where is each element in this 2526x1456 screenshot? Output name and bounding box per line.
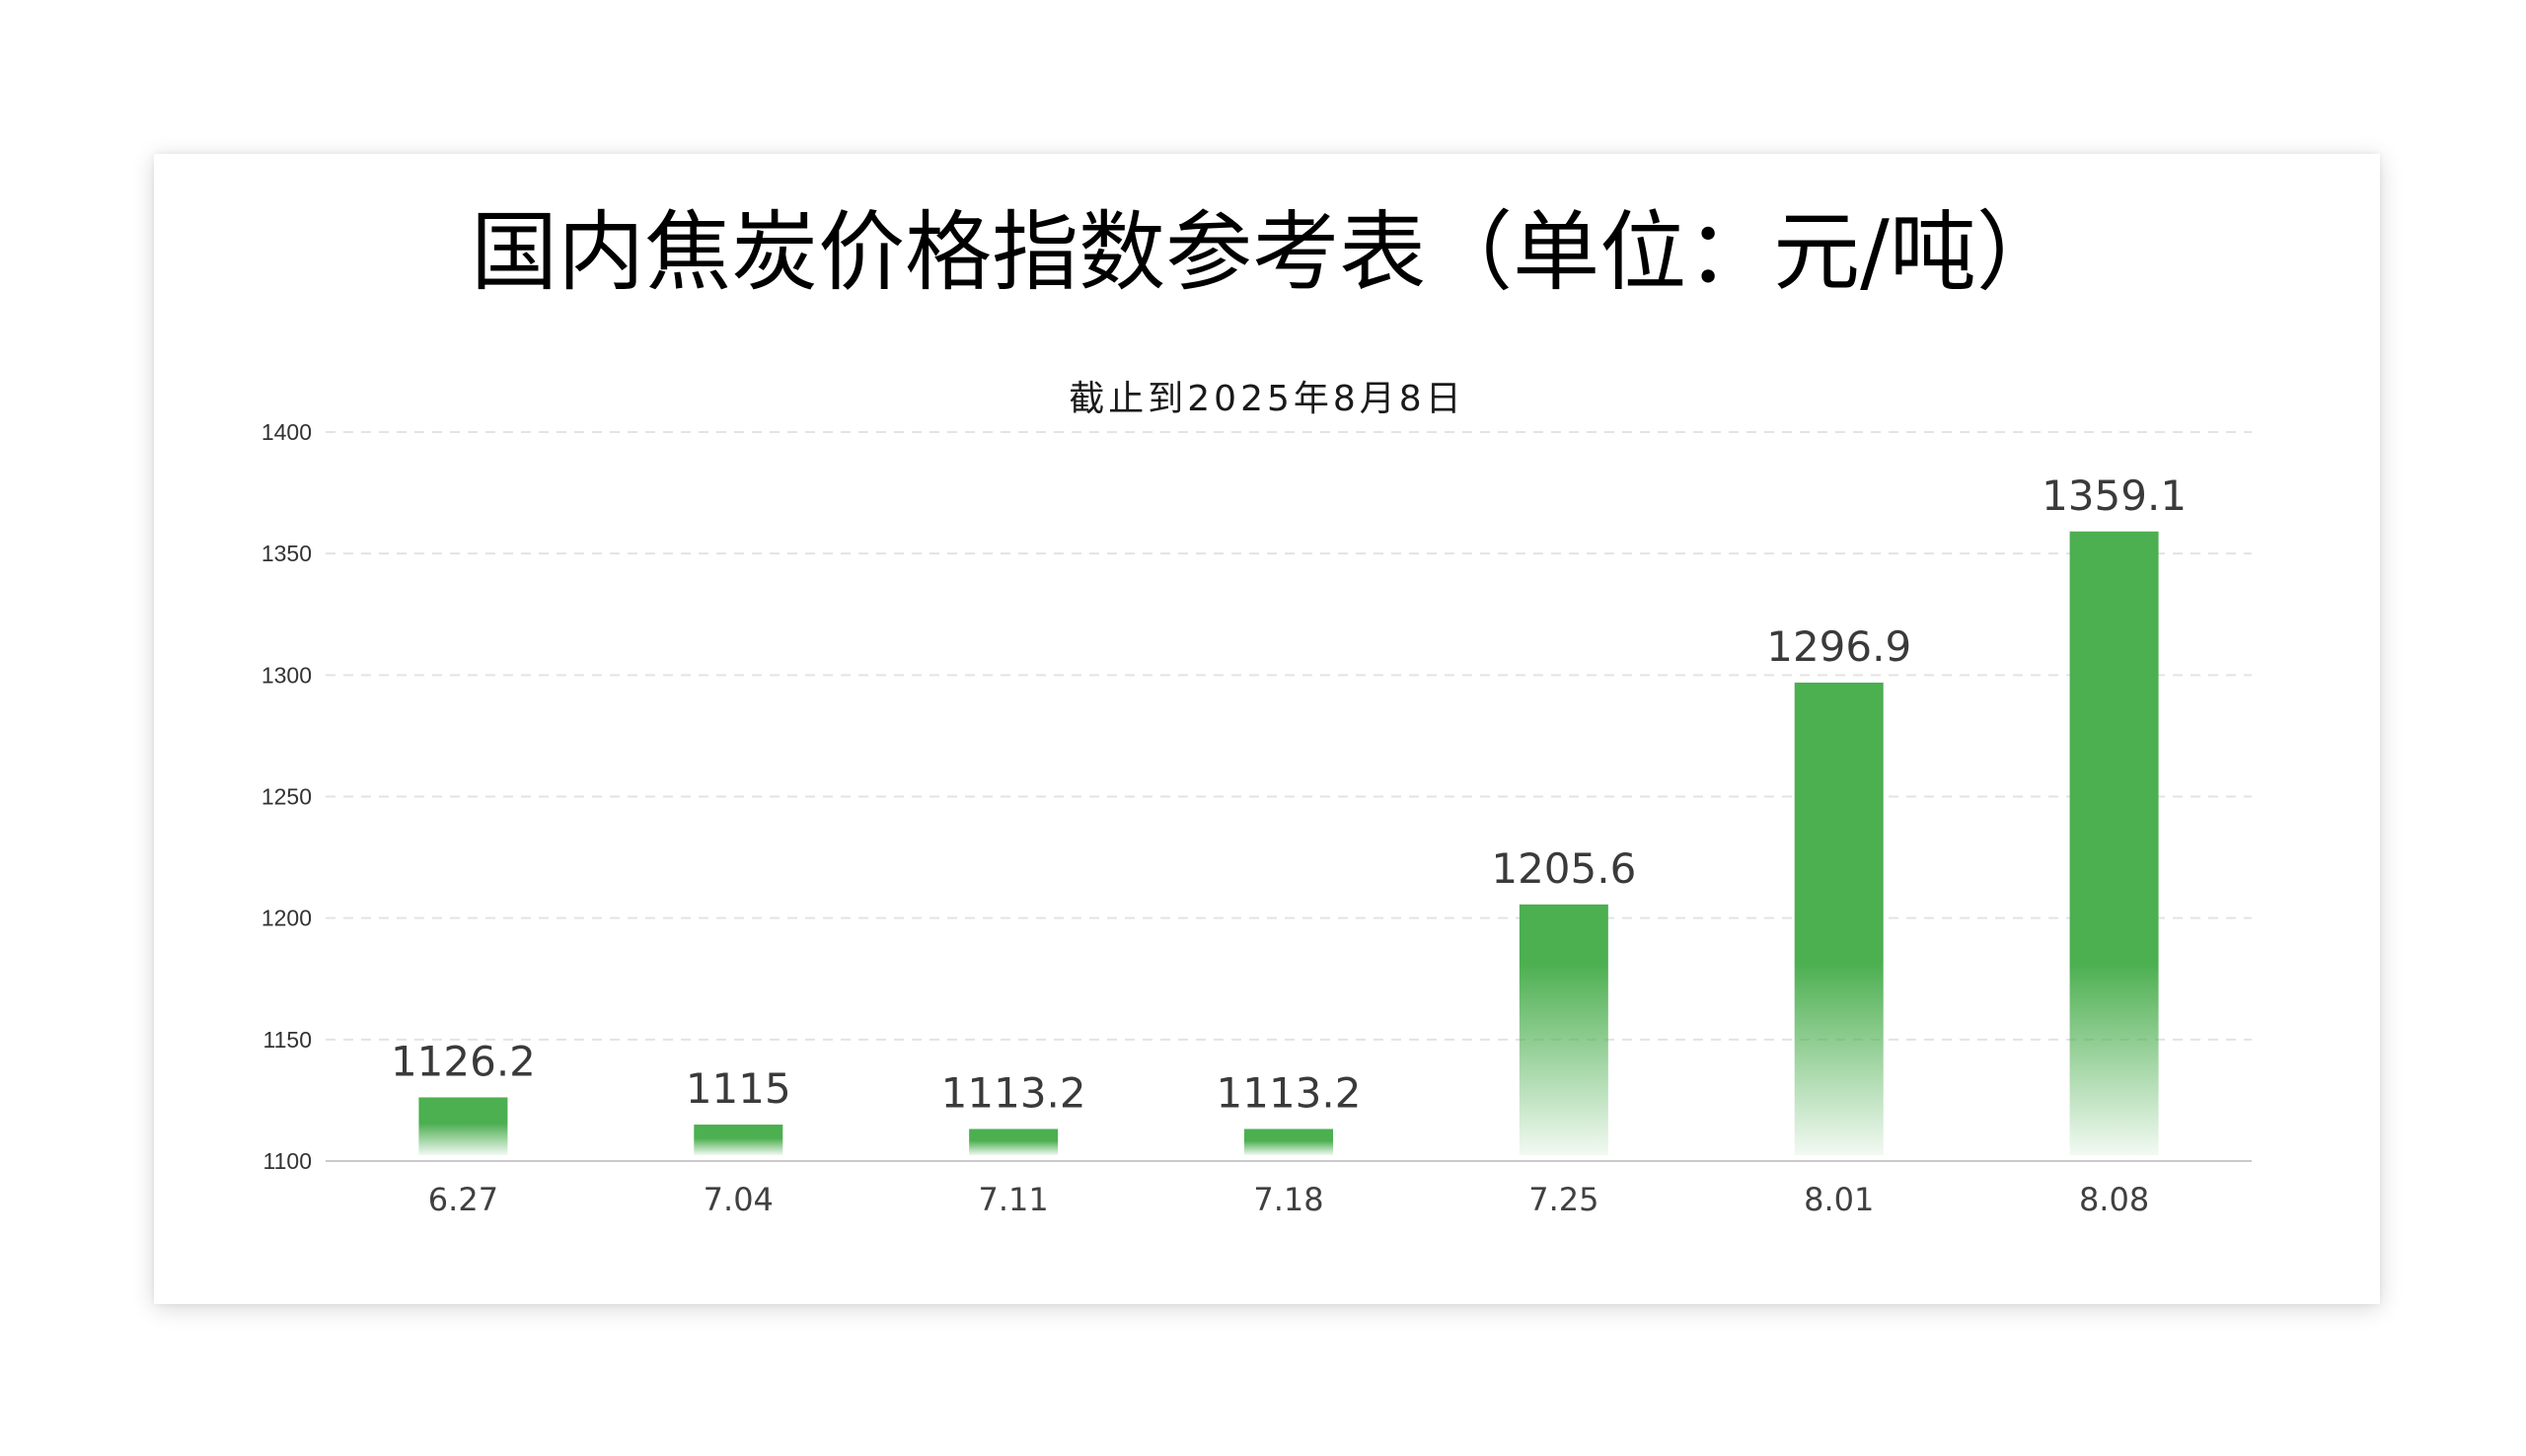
chart-title: 国内焦炭价格指数参考表（单位：元/吨） [471,201,2063,303]
y-axis: 1100 1150 1200 1250 1300 1350 1400 [261,419,312,1174]
y-tick-label: 1250 [261,784,312,810]
y-tick-label: 1200 [261,906,312,931]
bar-7.18 [1244,1128,1333,1155]
x-tick-label: 8.08 [2079,1181,2149,1218]
data-label: 1126.2 [391,1037,536,1085]
y-tick-label: 1150 [263,1027,312,1053]
x-tick-label: 7.11 [979,1181,1049,1218]
y-tick-label: 1350 [261,541,312,566]
data-labels: 1126.2 1115 1113.2 1113.2 1205.6 1296.9 1359.1 [391,472,2187,1118]
bar-7.11 [969,1128,1059,1155]
bar-6.27 [418,1097,508,1155]
x-tick-label: 7.25 [1528,1181,1598,1218]
bar-8.08 [2069,531,2159,1155]
grid-lines [326,431,2252,1162]
y-tick-label: 1400 [261,419,312,445]
bar-7.04 [694,1125,783,1155]
x-tick-label: 7.18 [1253,1181,1323,1218]
chart-card: 国内焦炭价格指数参考表（单位：元/吨） 截止到2025年8月8日 1100 115… [154,154,2380,1304]
data-label: 1115 [686,1064,791,1113]
data-label: 1113.2 [941,1068,1086,1117]
chart-subtitle: 截止到2025年8月8日 [1069,379,1464,419]
data-label: 1359.1 [2042,472,2187,520]
y-tick-label: 1300 [261,662,312,688]
data-label: 1113.2 [1217,1068,1362,1117]
bar-8.01 [1794,682,1884,1155]
bar-7.25 [1519,904,1608,1155]
data-label: 1296.9 [1766,622,1911,671]
bar-chart: 国内焦炭价格指数参考表（单位：元/吨） 截止到2025年8月8日 1100 115… [261,201,2252,1218]
x-tick-label: 8.01 [1804,1181,1874,1218]
y-tick-label: 1100 [263,1148,312,1174]
x-tick-label: 6.27 [428,1181,498,1218]
data-label: 1205.6 [1491,844,1636,893]
x-axis: 6.27 7.04 7.11 7.18 7.25 8.01 8.08 [428,1181,2149,1218]
x-tick-label: 7.04 [704,1181,774,1218]
